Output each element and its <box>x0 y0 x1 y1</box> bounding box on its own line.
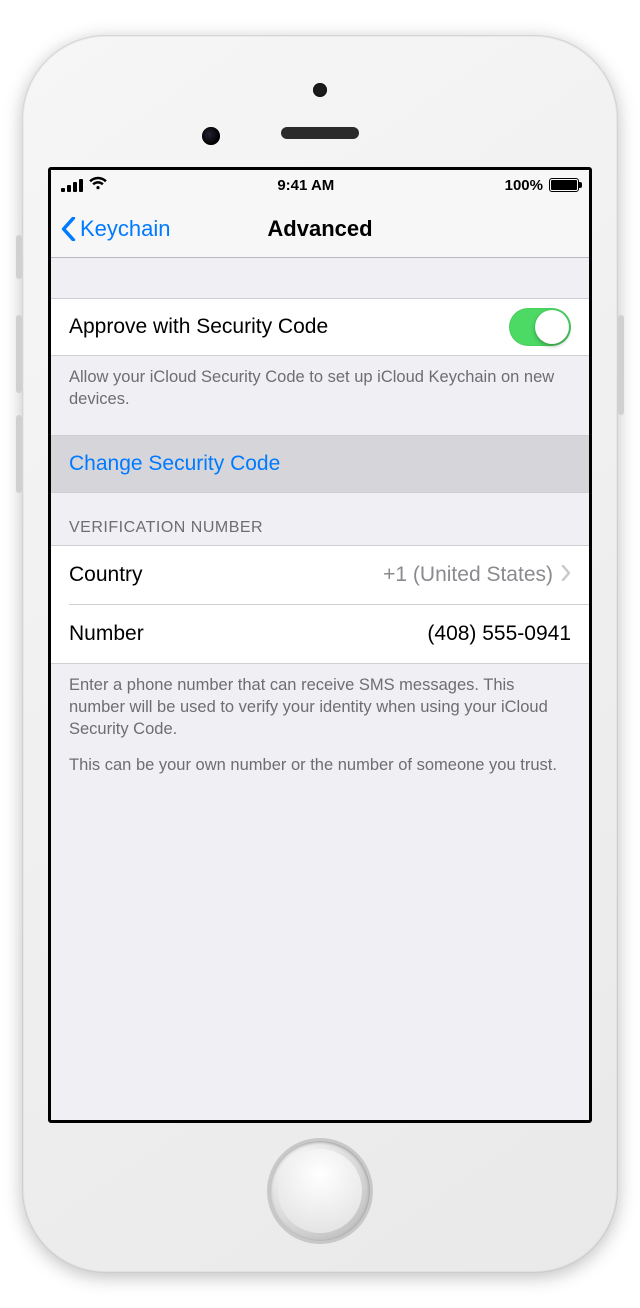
country-value: +1 (United States) <box>383 563 553 587</box>
approve-with-security-code-row: Approve with Security Code <box>51 298 589 356</box>
iphone-device-frame: 9:41 AM 100% Keychain Advanced Approve w… <box>22 35 618 1273</box>
navigation-bar: Keychain Advanced <box>51 200 589 258</box>
volume-down-button <box>16 415 22 493</box>
cellular-signal-icon <box>61 179 83 192</box>
earpiece <box>281 127 359 139</box>
change-security-code-button[interactable]: Change Security Code <box>51 435 589 493</box>
battery-icon <box>549 178 579 192</box>
wifi-icon <box>89 176 107 194</box>
verification-footer-1: Enter a phone number that can receive SM… <box>51 664 589 751</box>
mute-switch <box>16 235 22 279</box>
screen: 9:41 AM 100% Keychain Advanced Approve w… <box>48 167 592 1123</box>
verification-footer-2: This can be your own number or the numbe… <box>51 750 589 786</box>
approve-label: Approve with Security Code <box>69 315 328 339</box>
back-label: Keychain <box>80 216 171 242</box>
approve-footer: Allow your iCloud Security Code to set u… <box>51 356 589 421</box>
status-bar: 9:41 AM 100% <box>51 170 589 200</box>
change-security-code-label: Change Security Code <box>69 452 280 476</box>
verification-group: Country +1 (United States) Number (408) … <box>51 545 589 664</box>
battery-percentage: 100% <box>505 177 543 194</box>
power-button <box>618 315 624 415</box>
country-row[interactable]: Country +1 (United States) <box>51 546 589 604</box>
volume-up-button <box>16 315 22 393</box>
home-button[interactable] <box>270 1141 370 1241</box>
back-button[interactable]: Keychain <box>61 216 171 242</box>
chevron-left-icon <box>61 217 76 241</box>
chevron-right-icon <box>561 563 571 587</box>
approve-toggle[interactable] <box>509 308 571 346</box>
number-value: (408) 555-0941 <box>427 622 571 646</box>
country-label: Country <box>69 563 143 587</box>
top-mic-dot <box>313 83 327 97</box>
status-time: 9:41 AM <box>277 177 334 194</box>
number-label: Number <box>69 622 144 646</box>
number-row[interactable]: Number (408) 555-0941 <box>51 605 589 663</box>
front-camera <box>202 127 220 145</box>
verification-number-header: VERIFICATION NUMBER <box>51 493 589 545</box>
